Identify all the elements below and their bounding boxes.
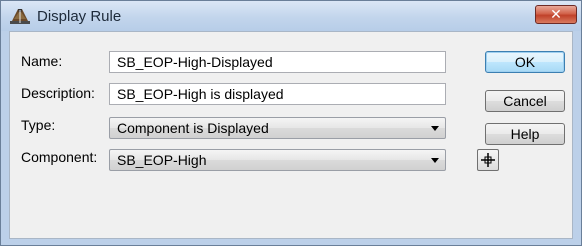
crosshair-icon xyxy=(478,153,498,174)
chevron-down-icon xyxy=(431,126,439,131)
display-rule-dialog: Display Rule ✕ Name: SB_EOP-High-Display… xyxy=(0,0,582,246)
description-input-value: SB_EOP-High is displayed xyxy=(117,86,284,102)
ok-button[interactable]: OK xyxy=(485,51,565,73)
type-dropdown-value: Component is Displayed xyxy=(117,120,269,136)
type-label: Type: xyxy=(21,117,56,133)
description-input[interactable]: SB_EOP-High is displayed xyxy=(109,83,446,105)
chevron-down-icon xyxy=(431,158,439,163)
pick-component-button[interactable] xyxy=(477,149,499,171)
description-label: Description: xyxy=(21,85,95,101)
component-label: Component: xyxy=(21,149,98,165)
cancel-button[interactable]: Cancel xyxy=(485,90,565,112)
name-input-value: SB_EOP-High-Displayed xyxy=(117,54,273,70)
close-icon: ✕ xyxy=(550,6,562,22)
close-button[interactable]: ✕ xyxy=(535,5,577,24)
help-button[interactable]: Help xyxy=(485,123,565,145)
title-bar[interactable]: Display Rule ✕ xyxy=(1,1,581,31)
component-dropdown-value: SB_EOP-High xyxy=(117,152,207,168)
name-label: Name: xyxy=(21,53,63,69)
road-template-icon xyxy=(10,7,30,24)
type-dropdown[interactable]: Component is Displayed xyxy=(109,117,446,139)
dialog-title: Display Rule xyxy=(37,8,122,25)
component-dropdown[interactable]: SB_EOP-High xyxy=(109,149,446,171)
name-input[interactable]: SB_EOP-High-Displayed xyxy=(109,51,446,73)
